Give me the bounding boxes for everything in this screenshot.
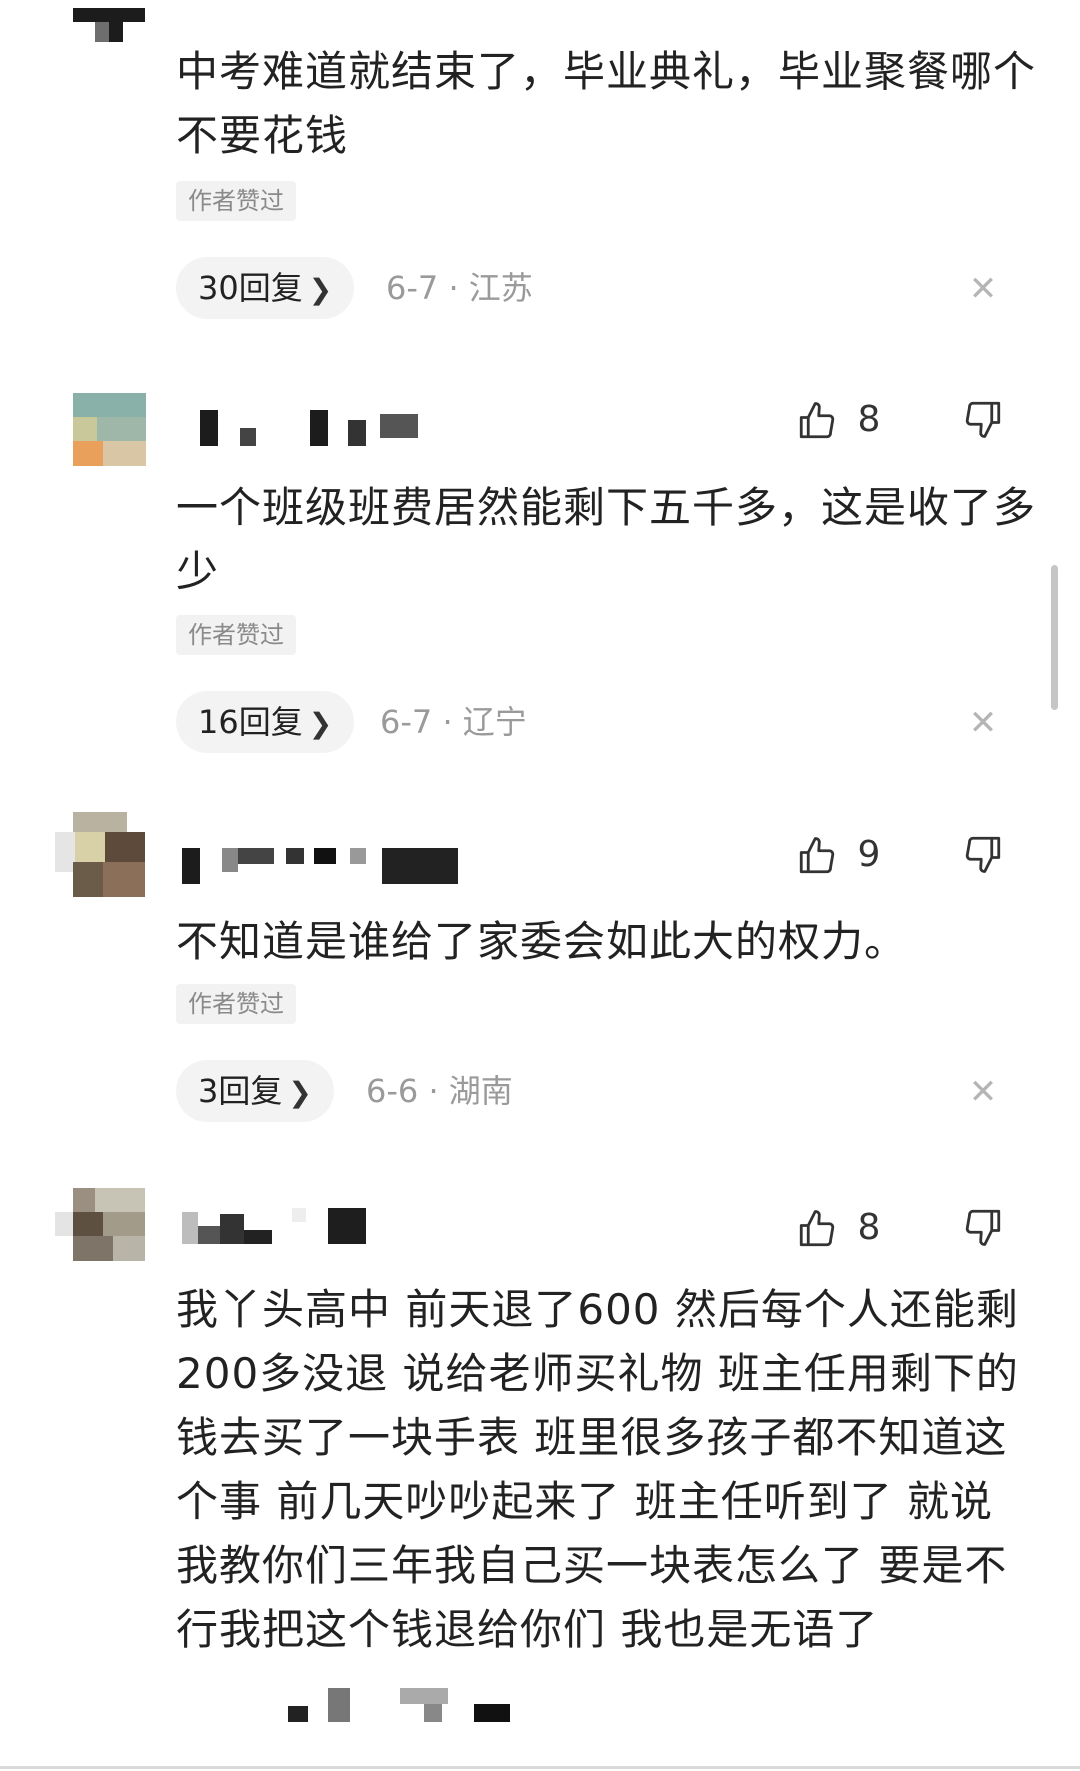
comment-meta: 6-7 · 江苏 (386, 269, 533, 307)
chevron-right-icon: ❯ (308, 707, 333, 740)
avatar[interactable] (73, 393, 146, 466)
like-count: 8 (857, 399, 881, 440)
avatar[interactable] (73, 0, 145, 46)
dislike-button[interactable] (962, 833, 1012, 883)
scrollbar[interactable] (1051, 565, 1058, 710)
thumbs-up-icon (799, 1210, 835, 1247)
chevron-right-icon: ❯ (288, 1076, 312, 1109)
username-redacted[interactable] (200, 410, 420, 446)
like-button[interactable]: 8 (796, 1203, 880, 1253)
like-count: 9 (857, 834, 881, 875)
comment-text: 不知道是谁给了家委会如此大的权力。 (176, 917, 908, 966)
avatar[interactable] (55, 1188, 145, 1261)
username-redacted[interactable] (182, 1208, 372, 1244)
close-icon[interactable]: ✕ (963, 269, 1003, 309)
comment-text: 中考难道就结束了，毕业典礼，毕业聚餐哪个不要花钱 (176, 47, 1037, 160)
username-redacted[interactable] (182, 848, 462, 884)
thumbs-down-icon (965, 401, 1001, 438)
author-liked-tag: 作者赞过 (176, 615, 296, 655)
like-button[interactable]: 8 (796, 395, 880, 445)
thumbs-up-icon (799, 837, 835, 874)
mention-redacted (288, 1688, 518, 1722)
avatar[interactable] (55, 812, 145, 897)
dislike-button[interactable] (962, 398, 1012, 448)
author-liked-tag: 作者赞过 (176, 984, 296, 1024)
replies-label: 3回复 (198, 1072, 283, 1110)
like-button[interactable]: 9 (796, 830, 880, 880)
replies-button[interactable]: 30回复 ❯ (176, 257, 355, 319)
author-liked-tag: 作者赞过 (176, 181, 296, 221)
comment-text: 一个班级班费居然能剩下五千多，这是收了多少 (176, 483, 1037, 596)
replies-button[interactable]: 16回复 ❯ (176, 691, 355, 753)
thumbs-down-icon (965, 836, 1001, 873)
chevron-right-icon: ❯ (308, 273, 333, 306)
thumbs-down-icon (965, 1209, 1001, 1246)
thumbs-up-icon (799, 402, 835, 439)
divider (0, 1766, 1080, 1769)
close-icon[interactable]: ✕ (963, 703, 1003, 743)
replies-label: 16回复 (198, 703, 303, 741)
comment-meta: 6-6 · 湖南 (366, 1072, 513, 1110)
replies-label: 30回复 (198, 269, 303, 307)
comment-text: 我丫头高中 前天退了600 然后每个人还能剩200多没退 说给老师买礼物 班主任… (176, 1285, 1019, 1654)
like-count: 8 (857, 1207, 881, 1248)
dislike-button[interactable] (962, 1206, 1012, 1256)
replies-button[interactable]: 3回复 ❯ (176, 1060, 334, 1122)
comment-meta: 6-7 · 辽宁 (380, 703, 527, 741)
close-icon[interactable]: ✕ (963, 1072, 1003, 1112)
